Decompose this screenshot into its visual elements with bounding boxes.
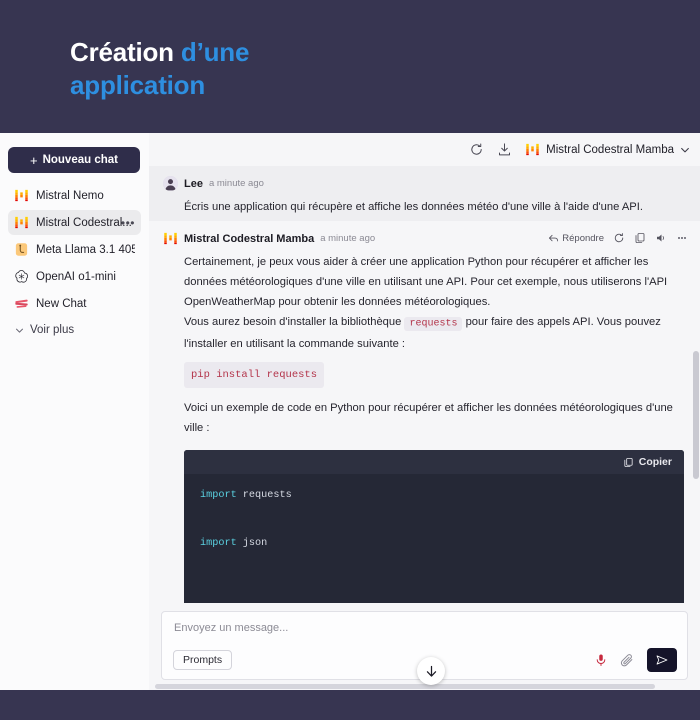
messages-scrollbar-thumb[interactable] <box>693 351 699 479</box>
page-title-accent-2: application <box>70 70 206 100</box>
show-more-label: Voir plus <box>30 324 75 336</box>
page-title: Création d’une application <box>70 36 630 102</box>
more-horizontal-icon[interactable]: ••• <box>121 217 135 229</box>
sidebar-item-label: Meta Llama 3.1 405b <box>36 243 135 256</box>
composer-tools <box>594 648 677 672</box>
meta-llama-icon <box>15 243 28 256</box>
microphone-icon[interactable] <box>594 653 608 667</box>
conversation-list: Mistral Nemo Mistral Codestral... ••• Me… <box>8 183 141 316</box>
code-block: Copier import requests import json def g… <box>184 450 684 603</box>
model-name-label: Mistral Codestral Mamba <box>546 143 674 156</box>
message-text: Certainement, je peux vous aider à créer… <box>163 252 686 438</box>
code-line: import json <box>200 532 668 556</box>
paperclip-icon[interactable] <box>620 653 635 668</box>
show-more-button[interactable]: Voir plus <box>8 324 141 336</box>
message-user: Lee a minute ago Écris une application q… <box>149 166 700 221</box>
arrow-down-icon <box>426 665 436 677</box>
claude-logo-icon <box>15 299 28 308</box>
inline-code-requests: requests <box>404 316 463 331</box>
reply-button[interactable]: Répondre <box>548 233 604 244</box>
message-header: Lee a minute ago <box>163 175 686 192</box>
mistral-logo-icon <box>164 232 177 245</box>
code-token: import <box>200 538 237 549</box>
assistant-paragraph-2: Vous aurez besoin d'installer la bibliot… <box>184 312 686 354</box>
copy-icon <box>624 457 633 467</box>
code-token: requests <box>236 490 292 501</box>
sidebar-item-mistral-nemo[interactable]: Mistral Nemo <box>8 183 141 208</box>
openai-logo-icon <box>15 270 28 283</box>
reply-label: Répondre <box>562 232 604 244</box>
bottom-band <box>0 690 700 720</box>
new-chat-label: Nouveau chat <box>42 154 118 166</box>
message-author: Mistral Codestral Mamba <box>184 232 315 245</box>
refresh-icon[interactable] <box>469 142 484 157</box>
scroll-to-bottom-button[interactable] <box>417 657 445 685</box>
sidebar-item-openai[interactable]: OpenAI o1-mini <box>8 264 141 289</box>
page-scrollbar-thumb[interactable] <box>155 684 655 689</box>
message-input[interactable]: Envoyez un message... <box>174 622 675 634</box>
copy-label: Copier <box>638 456 672 468</box>
speaker-icon[interactable] <box>655 232 667 244</box>
message-list[interactable]: Lee a minute ago Écris une application q… <box>149 166 700 603</box>
message-timestamp: a minute ago <box>320 233 376 244</box>
chevron-down-icon[interactable] <box>680 145 690 155</box>
page-title-white: Création <box>70 37 181 67</box>
chevron-down-icon <box>16 328 23 333</box>
model-selector[interactable]: Mistral Codestral Mamba <box>525 142 690 157</box>
message-text: Écris une application qui récupère et af… <box>184 201 643 213</box>
send-button[interactable] <box>647 648 677 672</box>
refresh-icon[interactable] <box>613 232 625 244</box>
prompts-label: Prompts <box>183 654 223 666</box>
download-icon[interactable] <box>497 142 512 157</box>
user-avatar <box>163 176 178 191</box>
message-actions: Répondre <box>548 232 688 244</box>
avatar-photo-icon <box>163 176 178 191</box>
reply-arrow-icon <box>549 234 559 241</box>
page-title-accent-1: d’une <box>180 37 250 67</box>
assistant-paragraph-1: Certainement, je peux vous aider à créer… <box>184 256 668 308</box>
copy-icon[interactable] <box>634 232 646 244</box>
top-banner: Création d’une application <box>0 0 700 133</box>
mistral-logo-icon <box>15 216 28 229</box>
copy-code-button[interactable]: Copier <box>623 456 672 468</box>
assistant-paragraph-3: Voici un exemple de code en Python pour … <box>184 402 673 434</box>
new-chat-button[interactable]: + Nouveau chat <box>8 147 140 173</box>
code-content[interactable]: import requests import json def get_weat… <box>184 474 684 603</box>
send-icon <box>656 655 668 665</box>
sidebar-item-meta-llama[interactable]: Meta Llama 3.1 405b <box>8 237 141 262</box>
app-window: + Nouveau chat Mistral Nemo Mistral Code… <box>0 133 700 690</box>
more-horizontal-icon[interactable] <box>676 232 688 244</box>
sidebar: + Nouveau chat Mistral Nemo Mistral Code… <box>0 133 149 690</box>
chat-header: Mistral Codestral Mamba <box>149 133 700 166</box>
paragraph-2-part-1: Vous aurez besoin d'installer la bibliot… <box>184 316 405 328</box>
sidebar-item-label: Mistral Nemo <box>36 189 104 202</box>
message-author: Lee <box>184 177 203 190</box>
mistral-logo-icon <box>15 189 28 202</box>
prompts-button[interactable]: Prompts <box>173 650 233 670</box>
sidebar-item-mistral-codestral[interactable]: Mistral Codestral... ••• <box>8 210 141 235</box>
command-code-block: pip install requests <box>184 362 325 388</box>
sidebar-item-label: OpenAI o1-mini <box>36 270 116 283</box>
main-panel: Mistral Codestral Mamba Lee a minute ago… <box>149 133 700 690</box>
message-timestamp: a minute ago <box>208 178 264 189</box>
mistral-logo-icon <box>526 143 539 156</box>
plus-icon: + <box>29 152 38 168</box>
code-token: json <box>236 538 268 549</box>
screenshot-root: Création d’une application + Nouveau cha… <box>0 0 700 720</box>
sidebar-item-label: New Chat <box>36 297 87 310</box>
message-assistant: Mistral Codestral Mamba a minute ago Rép… <box>149 221 700 603</box>
code-block-toolbar: Copier <box>184 450 684 474</box>
sidebar-item-new-chat[interactable]: New Chat <box>8 291 141 316</box>
code-line: import requests <box>200 484 668 508</box>
code-token: import <box>200 490 237 501</box>
sidebar-item-label: Mistral Codestral... <box>36 216 132 229</box>
